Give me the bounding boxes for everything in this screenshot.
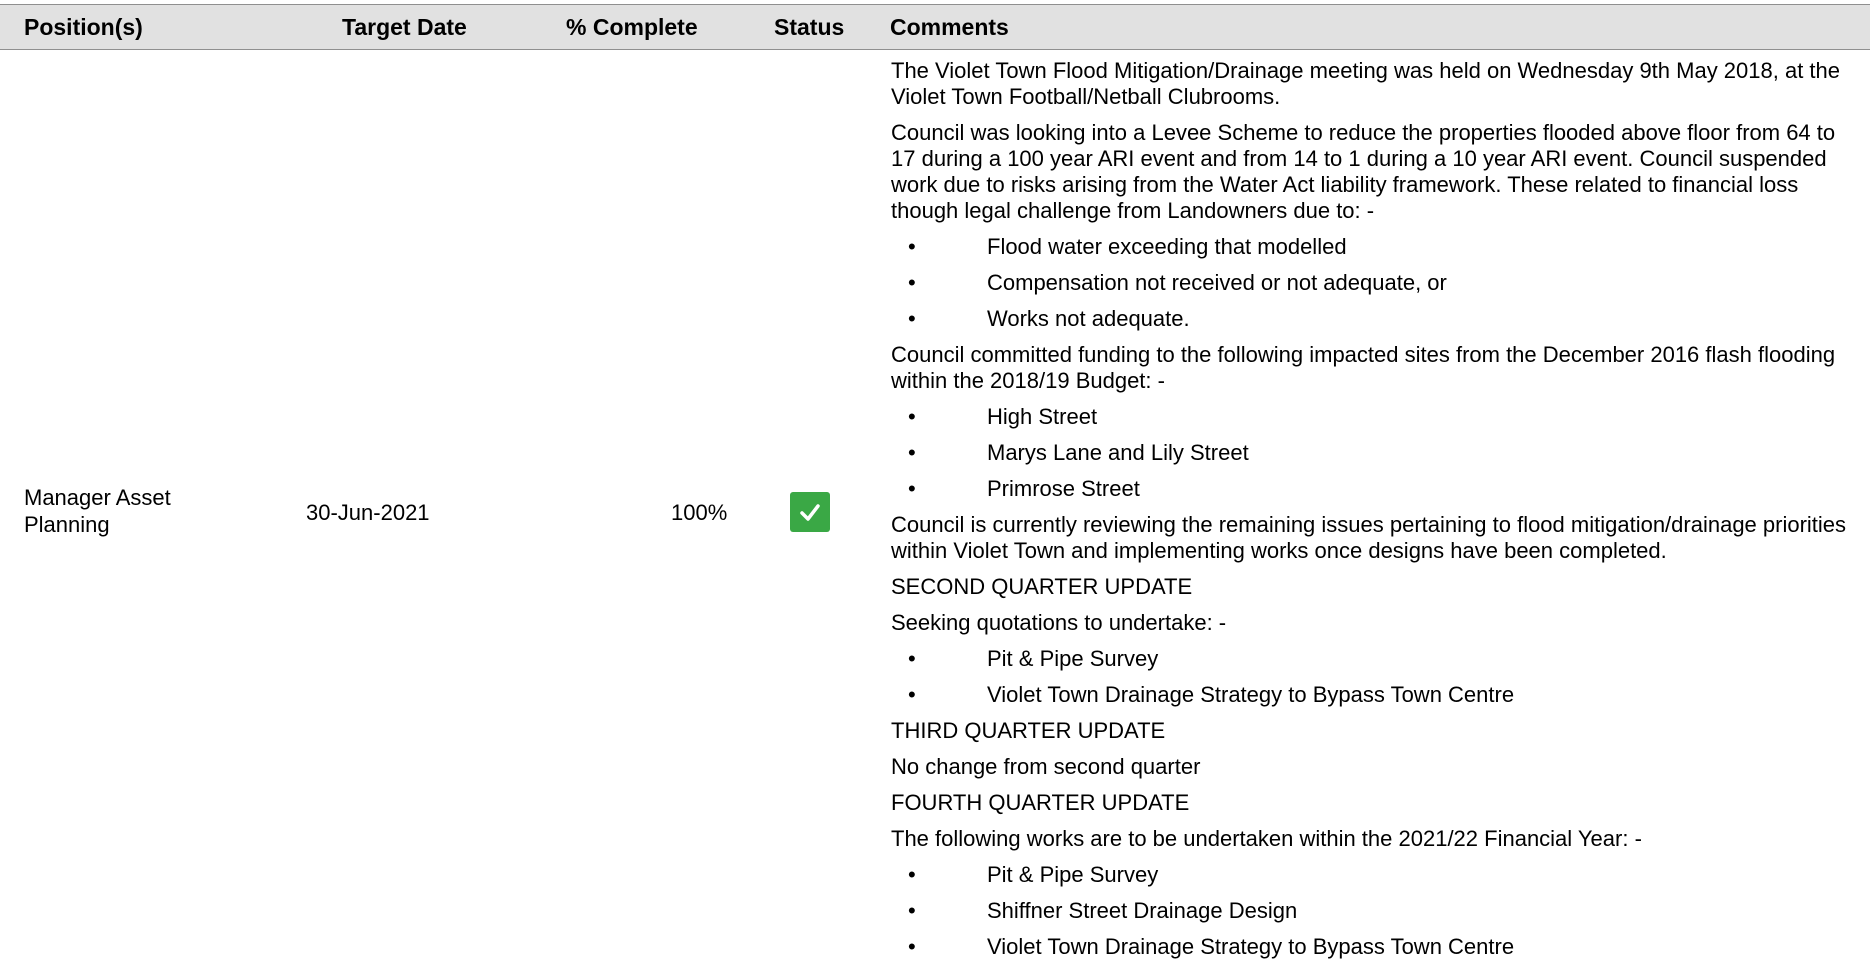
comment-paragraph: Seeking quotations to undertake: - [891, 610, 1227, 635]
checkmark-icon [800, 504, 820, 521]
bullet-marker: • [908, 440, 916, 465]
bullet-marker: • [908, 646, 916, 671]
comment-bullet-item: • Violet Town Drainage Strategy to Bypass… [891, 934, 1856, 960]
bullet-text: Primrose Street [987, 476, 1140, 501]
bullet-text: High Street [987, 404, 1098, 429]
bullet-marker: • [908, 862, 916, 887]
comment-bullet-item: • Primrose Street [891, 476, 1856, 502]
comment-bullet-item: • Marys Lane and Lily Street [891, 440, 1856, 466]
comments-cell: The Violet Town Flood Mitigation/Drainag… [891, 58, 1856, 966]
bullet-text: Compensation not received or not adequat… [987, 270, 1447, 295]
bullet-marker: • [908, 234, 916, 259]
comment-paragraph: THIRD QUARTER UPDATE [891, 718, 1166, 743]
comment-bullet-item: • Violet Town Drainage Strategy to Bypass… [891, 682, 1856, 708]
comment-bullet-item: • Shiffner Street Drainage Design [891, 898, 1856, 924]
comment-bullet-item: • High Street [891, 404, 1856, 430]
bullet-marker: • [908, 898, 916, 923]
header-target-date: Target Date [342, 14, 467, 40]
target-date-cell: 30-Jun-2021 [306, 500, 430, 525]
header-comments: Comments [890, 14, 1009, 40]
comment-paragraph: The Violet Town Flood Mitigation/Drainag… [891, 58, 1841, 109]
bullet-marker: • [908, 270, 916, 295]
bullet-text: Violet Town Drainage Strategy to Bypass … [987, 934, 1515, 959]
comment-paragraph: FOURTH QUARTER UPDATE [891, 790, 1190, 815]
bullet-marker: • [908, 404, 916, 429]
bullet-text: Shiffner Street Drainage Design [987, 898, 1298, 923]
comment-bullet-item: • Flood water exceeding that modelled [891, 234, 1856, 260]
bullet-text: Pit & Pipe Survey [987, 646, 1159, 671]
header-status: Status [774, 14, 845, 40]
bullet-text: Pit & Pipe Survey [987, 862, 1159, 887]
bullet-text: Violet Town Drainage Strategy to Bypass … [987, 682, 1515, 707]
table-header: Position(s) Target Date % Complete Statu… [0, 4, 1870, 50]
comment-paragraph: Council was looking into a Levee Scheme … [891, 120, 1836, 223]
comment-paragraph: Council is currently reviewing the remai… [891, 512, 1847, 563]
bullet-text: Marys Lane and Lily Street [987, 440, 1249, 465]
status-badge [790, 492, 830, 532]
bullet-marker: • [908, 934, 916, 959]
comment-paragraph: The following works are to be undertaken… [891, 826, 1642, 851]
comment-paragraph: Council committed funding to the followi… [891, 342, 1836, 393]
bullet-text: Works not adequate. [987, 306, 1190, 331]
bullet-marker: • [908, 682, 916, 707]
bullet-marker: • [908, 306, 916, 331]
comment-paragraph: No change from second quarter [891, 754, 1201, 779]
comment-bullet-item: • Pit & Pipe Survey [891, 646, 1856, 672]
report-page: Position(s) Target Date % Complete Statu… [0, 0, 1870, 966]
bullet-text: Flood water exceeding that modelled [987, 234, 1347, 259]
bullet-marker: • [908, 476, 916, 501]
comment-paragraph: SECOND QUARTER UPDATE [891, 574, 1193, 599]
comment-bullet-item: • Works not adequate. [891, 306, 1856, 332]
percent-complete-cell: 100% [671, 500, 728, 525]
header-position: Position(s) [24, 14, 143, 40]
header-percent-complete: % Complete [566, 14, 698, 40]
comment-bullet-item: • Compensation not received or not adequa… [891, 270, 1856, 296]
comment-bullet-item: • Pit & Pipe Survey [891, 862, 1856, 888]
position-cell: Manager Asset Planning [24, 485, 171, 537]
